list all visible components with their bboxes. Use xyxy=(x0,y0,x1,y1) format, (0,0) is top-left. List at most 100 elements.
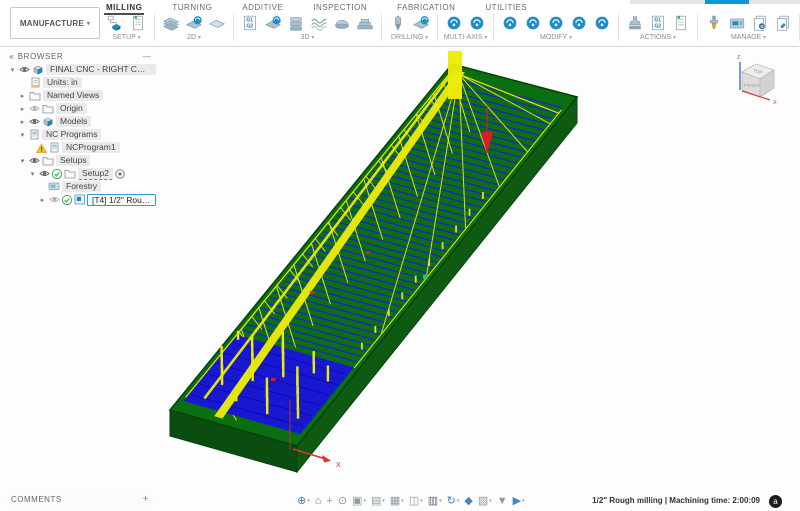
pocket-clearing-icon[interactable] xyxy=(262,13,284,33)
scallop-icon[interactable] xyxy=(331,13,353,33)
caret-expanded-icon[interactable]: ▾ xyxy=(8,66,17,74)
feed-optimization-icon[interactable] xyxy=(568,13,590,33)
view-cube[interactable]: Z TOP FRONT X xyxy=(726,50,790,112)
tree-item-label[interactable]: NCProgram1 xyxy=(62,142,120,153)
contour-icon[interactable] xyxy=(354,13,376,33)
zoom-window-icon[interactable]: ▣▾ xyxy=(352,496,366,507)
caret-collapsed-icon[interactable]: ▸ xyxy=(18,92,27,100)
visibility-eye-icon[interactable] xyxy=(29,156,40,165)
caret-collapsed-icon[interactable]: ▸ xyxy=(38,196,47,204)
swarf-icon[interactable] xyxy=(443,13,465,33)
active-setup-radio-icon[interactable] xyxy=(115,169,125,179)
layout-icon[interactable]: ▧▾ xyxy=(478,496,492,507)
caret-collapsed-icon[interactable]: ▸ xyxy=(18,118,27,126)
fit-view-icon[interactable]: ⌂ xyxy=(315,496,322,507)
visibility-eye-off-icon[interactable] xyxy=(29,104,40,113)
post-library-icon[interactable] xyxy=(749,13,771,33)
orbit-icon[interactable]: ↻▾ xyxy=(447,496,460,507)
autodesk-assistant-icon[interactable]: a xyxy=(769,495,782,508)
pan-icon[interactable]: + xyxy=(326,496,332,507)
tree-item-label[interactable]: [T4] 1/2" Rough milli... xyxy=(87,194,156,206)
group-multiaxis-label[interactable]: MULTI-AXIS xyxy=(444,34,483,41)
setup-sheet-icon[interactable] xyxy=(127,13,149,33)
comments-panel[interactable]: COMMENTS + xyxy=(4,492,156,507)
group-3d-label[interactable]: 3D xyxy=(301,34,310,41)
tree-item-document[interactable]: ▾ FINAL CNC - RIGHT CORNER PANE... xyxy=(4,63,156,76)
tool-library-icon[interactable] xyxy=(703,13,725,33)
display-settings-icon[interactable]: ▤▾ xyxy=(371,496,385,507)
browser-panel: « BROWSER — ▾ FINAL CNC - RIGHT CORNER P… xyxy=(4,49,156,206)
tree-item-label[interactable]: Models xyxy=(56,116,91,127)
chevron-down-icon: ▾ xyxy=(485,35,488,41)
parallel-icon[interactable] xyxy=(308,13,330,33)
folder-icon xyxy=(29,90,41,101)
visibility-eye-icon[interactable] xyxy=(29,117,40,126)
2d-pocket-icon[interactable] xyxy=(183,13,205,33)
valid-check-icon xyxy=(52,169,62,179)
visual-style-icon[interactable]: ▥▾ xyxy=(428,496,442,507)
post-process-icon[interactable] xyxy=(624,13,646,33)
position-icon[interactable]: ⊕▾ xyxy=(297,496,310,507)
tree-item-units[interactable]: Units: in xyxy=(4,76,156,89)
tree-item-label[interactable]: Forestry xyxy=(62,181,101,192)
link-passes-icon[interactable] xyxy=(591,13,613,33)
tree-item-setup2[interactable]: ▾ Setup2 xyxy=(4,167,156,180)
caret-expanded-icon[interactable]: ▾ xyxy=(18,131,27,139)
workspace-switcher-button[interactable]: MANUFACTURE ▾ xyxy=(10,7,100,39)
template-library-icon[interactable] xyxy=(772,13,794,33)
delete-passes-icon[interactable] xyxy=(522,13,544,33)
group-actions-label[interactable]: ACTIONS xyxy=(640,34,671,41)
visibility-eye-icon[interactable] xyxy=(39,169,50,178)
tree-item-nc-programs[interactable]: ▾ NC Programs xyxy=(4,128,156,141)
caret-expanded-icon[interactable]: ▾ xyxy=(28,170,37,178)
add-comment-icon[interactable]: + xyxy=(143,494,149,505)
group-modify-label[interactable]: MODIFY xyxy=(540,34,567,41)
tree-item-operation-rough-milling[interactable]: ▸ [T4] 1/2" Rough milli... xyxy=(4,193,156,206)
tree-item-label[interactable]: NC Programs xyxy=(42,129,101,140)
tree-item-named-views[interactable]: ▸ Named Views xyxy=(4,89,156,102)
nc-code-editor-icon[interactable] xyxy=(647,13,669,33)
face-milling-icon[interactable] xyxy=(160,13,182,33)
tree-item-label[interactable]: Units: in xyxy=(43,77,82,88)
group-setup-label[interactable]: SETUP xyxy=(112,34,135,41)
tree-item-label[interactable]: Origin xyxy=(56,103,87,114)
caret-collapsed-icon[interactable]: ▸ xyxy=(18,105,27,113)
trim-toolpath-icon[interactable] xyxy=(499,13,521,33)
tree-item-models[interactable]: ▸ Models xyxy=(4,115,156,128)
grid-snaps-icon[interactable]: ▦▾ xyxy=(390,496,404,507)
navigation-arrow-icon[interactable]: ▶▾ xyxy=(513,496,525,507)
drill-icon[interactable] xyxy=(387,13,409,33)
tree-item-stock[interactable]: Forestry xyxy=(4,180,156,193)
caret-expanded-icon[interactable]: ▾ xyxy=(18,157,27,165)
generate-sheet-icon[interactable] xyxy=(670,13,692,33)
group-manage-label[interactable]: MANAGE xyxy=(731,34,761,41)
viewports-icon[interactable]: ◫▾ xyxy=(409,496,423,507)
look-at-icon[interactable]: ◆ xyxy=(464,496,472,507)
tree-item-label[interactable]: FINAL CNC - RIGHT CORNER PANE... xyxy=(46,64,156,75)
minimize-panel-icon[interactable]: — xyxy=(143,51,152,61)
new-setup-icon[interactable] xyxy=(104,13,126,33)
adaptive-clearing-icon[interactable] xyxy=(239,13,261,33)
tree-item-origin[interactable]: ▸ Origin xyxy=(4,102,156,115)
tree-item-label[interactable]: Setup2 xyxy=(78,168,113,180)
group-drilling-label[interactable]: DRILLING xyxy=(391,34,423,41)
edit-passes-icon[interactable] xyxy=(545,13,567,33)
tree-item-label[interactable]: Setups xyxy=(56,155,90,166)
tree-item-ncprogram1[interactable]: NCProgram1 xyxy=(4,141,156,154)
nc-programs-icon xyxy=(29,129,40,140)
operation-icon xyxy=(74,194,85,205)
machine-library-icon[interactable] xyxy=(726,13,748,33)
zoom-icon[interactable]: ⊙ xyxy=(338,496,347,507)
tree-item-setups[interactable]: ▾ Setups xyxy=(4,154,156,167)
steep-shallow-icon[interactable] xyxy=(285,13,307,33)
visibility-eye-icon[interactable] xyxy=(19,65,30,74)
rotary-icon[interactable] xyxy=(466,13,488,33)
selection-filter-icon[interactable]: ▼ xyxy=(497,496,508,507)
tree-item-label[interactable]: Named Views xyxy=(43,90,103,101)
group-2d-label[interactable]: 2D xyxy=(187,34,196,41)
bore-icon[interactable] xyxy=(410,13,432,33)
collapse-panel-icon[interactable]: « xyxy=(9,51,14,61)
visibility-eye-off-icon[interactable] xyxy=(49,195,60,204)
2d-contour-icon[interactable] xyxy=(206,13,228,33)
active-document-tab-indicator[interactable] xyxy=(705,0,749,4)
